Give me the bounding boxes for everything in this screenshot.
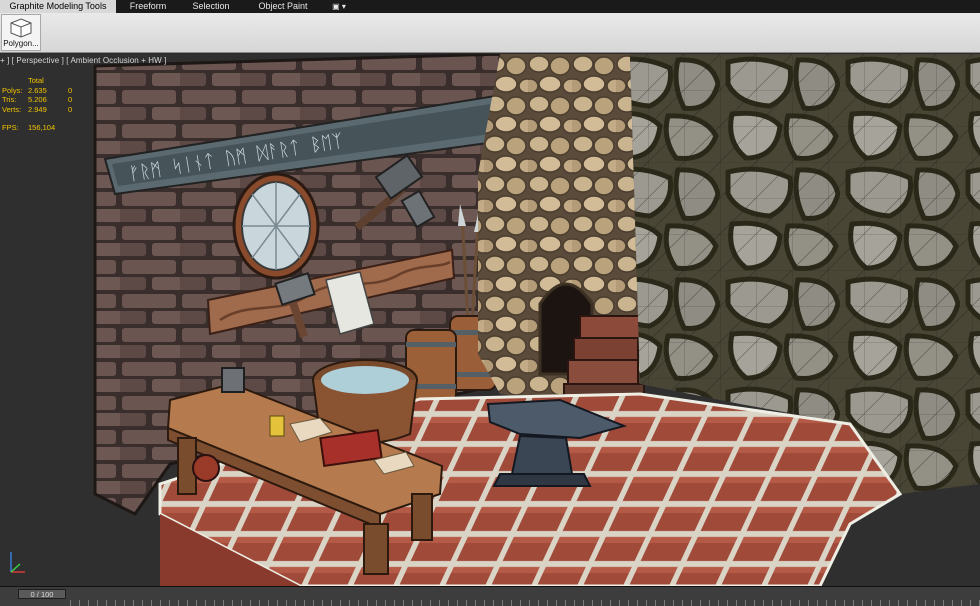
- ribbon-panel: Polygon...: [0, 13, 980, 53]
- stats-header: Total: [28, 76, 44, 85]
- stats-selected: 0: [68, 95, 73, 104]
- stats-row: Verts: 2.949 0: [2, 105, 78, 115]
- stats-name: Tris:: [2, 95, 17, 104]
- polygon-button-label: Polygon...: [3, 39, 39, 48]
- tab-selection[interactable]: Selection: [180, 0, 242, 13]
- stats-total: 2.635: [28, 85, 47, 95]
- cube-icon: [10, 18, 32, 38]
- stats-selected: 0: [68, 85, 73, 95]
- viewport-scene: ᚠᚱᛗ ᛋᛁᚾᛏ ᚢᛗ ᛞᚨᚱᛏ ᛒᛖᛉ: [0, 54, 980, 586]
- tab-freeform[interactable]: Freeform: [116, 0, 180, 13]
- perspective-viewport[interactable]: ᚠᚱᛗ ᛋᛁᚾᛏ ᚢᛗ ᛞᚨᚱᛏ ᛒᛖᛉ +] [Perspective]…: [0, 54, 980, 586]
- stats-row: Polys: 2.635 0: [2, 86, 78, 96]
- timeline-ticks: [70, 600, 980, 606]
- polygon-modeling-button[interactable]: Polygon...: [1, 14, 41, 51]
- ribbon-tab-bar: Graphite Modeling Tools Freeform Selecti…: [0, 0, 980, 13]
- fps-value: 156,104: [28, 123, 56, 132]
- scene-statistics: Total Polys: 2.635 0 Tris: 5.206 0 Verts…: [2, 76, 78, 133]
- stats-name: Polys:: [2, 85, 23, 95]
- ribbon-options-dropdown[interactable]: ▣ ▾: [324, 0, 354, 13]
- stats-total: 2.949: [28, 104, 47, 114]
- time-slider[interactable]: 0 / 100: [18, 589, 66, 599]
- viewport-label-menu[interactable]: + ] [ Perspective ] [ Ambient Occlusion …: [0, 56, 166, 65]
- fps-label: FPS:: [2, 123, 19, 132]
- stats-selected: 0: [68, 104, 73, 114]
- stats-name: Verts:: [2, 104, 22, 114]
- stats-total: 5.206: [28, 95, 47, 104]
- timeline-bar[interactable]: 0 / 100: [0, 586, 980, 606]
- axis-tripod-icon: [10, 552, 25, 573]
- fps-readout: FPS: 156,104: [2, 123, 78, 133]
- stats-row: Tris: 5.206 0: [2, 95, 78, 105]
- tab-object-paint[interactable]: Object Paint: [242, 0, 324, 13]
- tab-graphite-modeling-tools[interactable]: Graphite Modeling Tools: [0, 0, 116, 13]
